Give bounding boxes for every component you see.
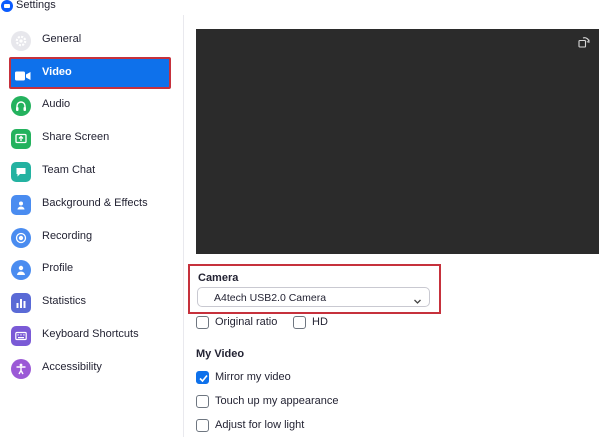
bar-chart-icon	[11, 293, 31, 313]
checkbox-label: Touch up my appearance	[215, 395, 339, 407]
camera-select-value: A4tech USB2.0 Camera	[214, 292, 327, 304]
record-icon	[11, 228, 31, 248]
checkbox-label: Mirror my video	[215, 371, 291, 383]
sidebar-item-label: Statistics	[42, 295, 87, 307]
sidebar-item-label: Profile	[42, 262, 74, 274]
sidebar-item-label: Share Screen	[42, 131, 110, 143]
checkbox-label: HD	[312, 316, 328, 328]
video-preview	[196, 29, 599, 254]
checkbox-box[interactable]	[293, 316, 306, 329]
sidebar-item-profile[interactable]: Profile	[0, 253, 184, 285]
sidebar-item-label: Video	[42, 66, 72, 78]
video-camera-icon	[15, 68, 31, 86]
original-ratio-checkbox[interactable]: Original ratio	[196, 315, 296, 331]
checkbox-box[interactable]	[196, 316, 209, 329]
sidebar-item-team-chat[interactable]: Team Chat	[0, 155, 184, 187]
rotate-icon[interactable]	[578, 35, 590, 48]
adjust-low-light-checkbox[interactable]: Adjust for low light	[196, 418, 346, 434]
settings-sidebar: General Video Audio Share Screen Team Ch…	[0, 15, 184, 437]
checkbox-label: Adjust for low light	[215, 419, 305, 431]
accessibility-icon	[11, 359, 31, 379]
my-video-heading: My Video	[196, 348, 245, 360]
sidebar-item-label: Audio	[42, 98, 71, 110]
checkbox-box[interactable]	[196, 419, 209, 432]
window-title: Settings	[16, 0, 56, 11]
profile-icon	[11, 260, 31, 280]
hd-checkbox[interactable]: HD	[293, 315, 343, 331]
sidebar-item-label: Team Chat	[42, 164, 96, 176]
sidebar-item-keyboard-shortcuts[interactable]: Keyboard Shortcuts	[0, 319, 184, 351]
sidebar-item-label: General	[42, 33, 82, 45]
camera-select[interactable]: A4tech USB2.0 Camera	[197, 287, 430, 307]
share-screen-icon	[11, 129, 31, 149]
sidebar-item-share-screen[interactable]: Share Screen	[0, 122, 184, 154]
sidebar-item-video[interactable]: Video	[9, 57, 171, 89]
sidebar-item-general[interactable]: General	[0, 24, 184, 56]
video-settings-panel: Camera A4tech USB2.0 Camera Original rat…	[185, 15, 600, 437]
checkbox-box[interactable]	[196, 371, 209, 384]
title-bar: Settings	[0, 0, 600, 15]
chevron-down-icon	[413, 293, 422, 311]
touch-up-appearance-checkbox[interactable]: Touch up my appearance	[196, 394, 366, 410]
sidebar-item-background-effects[interactable]: Background & Effects	[0, 188, 184, 220]
zoom-logo-icon	[1, 0, 13, 12]
sidebar-item-label: Keyboard Shortcuts	[42, 328, 139, 340]
keyboard-icon	[11, 326, 31, 346]
mirror-video-checkbox[interactable]: Mirror my video	[196, 370, 336, 386]
sidebar-item-label: Recording	[42, 230, 93, 242]
person-background-icon	[11, 195, 31, 215]
gear-icon	[11, 31, 31, 51]
headphones-icon	[11, 96, 31, 116]
sidebar-item-label: Accessibility	[42, 361, 102, 373]
sidebar-item-accessibility[interactable]: Accessibility	[0, 352, 184, 384]
checkbox-label: Original ratio	[215, 316, 278, 328]
checkbox-box[interactable]	[196, 395, 209, 408]
sidebar-item-recording[interactable]: Recording	[0, 221, 184, 253]
sidebar-item-label: Background & Effects	[42, 197, 148, 209]
camera-section: Camera A4tech USB2.0 Camera	[188, 264, 441, 314]
chat-bubble-icon	[11, 162, 31, 182]
sidebar-item-statistics[interactable]: Statistics	[0, 286, 184, 318]
camera-label: Camera	[198, 272, 239, 284]
sidebar-item-audio[interactable]: Audio	[0, 89, 184, 121]
